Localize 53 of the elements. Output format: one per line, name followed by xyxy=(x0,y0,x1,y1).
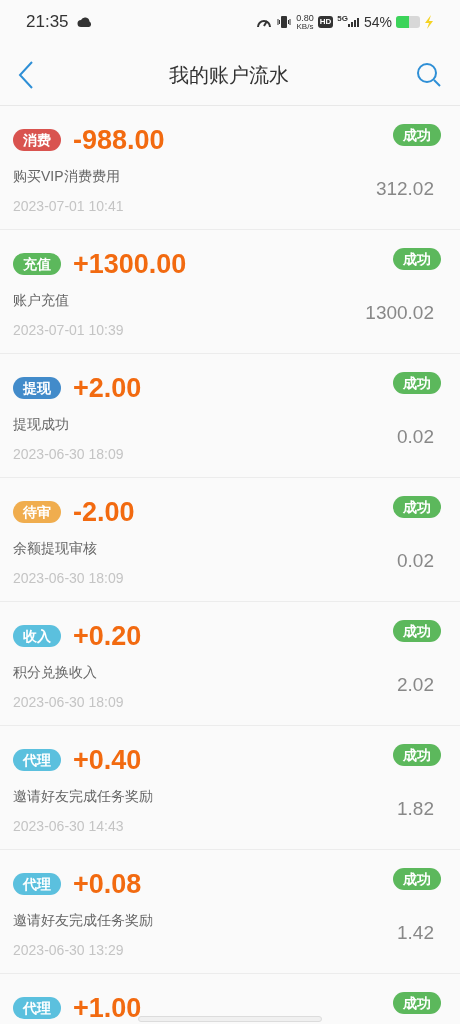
status-badge: 成功 xyxy=(393,620,441,642)
amount: +1.00 xyxy=(73,991,142,1024)
category-tag: 代理 xyxy=(13,997,61,1019)
status-badge: 成功 xyxy=(393,744,441,766)
category-tag: 提现 xyxy=(13,377,61,399)
back-icon xyxy=(18,59,34,90)
category-tag: 收入 xyxy=(13,625,61,647)
balance: 1.42 xyxy=(397,920,434,945)
category-tag: 待审 xyxy=(13,501,61,523)
search-icon xyxy=(416,61,442,88)
record-description: 提现成功 xyxy=(13,415,70,434)
amount: +0.08 xyxy=(73,867,142,901)
record-description: 邀请好友完成任务奖励 xyxy=(13,911,153,930)
balance: 1300.02 xyxy=(365,300,434,325)
category-tag: 消费 xyxy=(13,129,61,151)
balance: 2.02 xyxy=(397,672,434,697)
record-description: 邀请好友完成任务奖励 xyxy=(13,787,153,806)
category-tag: 代理 xyxy=(13,749,61,771)
hd-badge: HD xyxy=(317,16,334,28)
status-time: 21:35 xyxy=(26,11,69,34)
status-badge: 成功 xyxy=(393,372,441,394)
battery-percent: 54% xyxy=(363,12,392,32)
amount: +2.00 xyxy=(73,371,142,405)
amount: -2.00 xyxy=(73,495,135,529)
status-badge: 成功 xyxy=(393,124,441,146)
balance: 312.02 xyxy=(375,176,434,201)
balance: 0.02 xyxy=(397,424,434,449)
speed-unit: KB/s xyxy=(296,22,314,31)
network-type: 5G xyxy=(337,15,348,23)
page-title: 我的账户流水 xyxy=(169,62,289,88)
amount: +0.40 xyxy=(73,743,142,777)
category-tag: 代理 xyxy=(13,873,61,895)
battery-icon xyxy=(396,16,420,28)
balance: 1.82 xyxy=(397,796,434,821)
record-description: 积分兑换收入 xyxy=(13,663,98,682)
status-badge: 成功 xyxy=(393,496,441,518)
amount: +0.20 xyxy=(73,619,142,653)
status-badge: 成功 xyxy=(393,868,441,890)
balance: 0.02 xyxy=(397,548,434,573)
signal-icon xyxy=(347,17,360,27)
record-description: 账户充值 xyxy=(13,291,70,310)
vibrate-icon xyxy=(276,15,293,29)
amount: -988.00 xyxy=(73,123,165,157)
network-speed: 0.80 xyxy=(296,13,314,23)
record-description: 购买VIP消费费用 xyxy=(13,167,121,186)
category-tag: 充值 xyxy=(13,253,61,275)
cloud-icon xyxy=(76,16,93,28)
status-badge: 成功 xyxy=(393,992,441,1014)
status-badge: 成功 xyxy=(393,248,441,270)
record-description: 余额提现审核 xyxy=(13,539,98,558)
amount: +1300.00 xyxy=(73,247,187,281)
search-button[interactable] xyxy=(416,61,442,88)
charging-icon xyxy=(424,15,434,29)
